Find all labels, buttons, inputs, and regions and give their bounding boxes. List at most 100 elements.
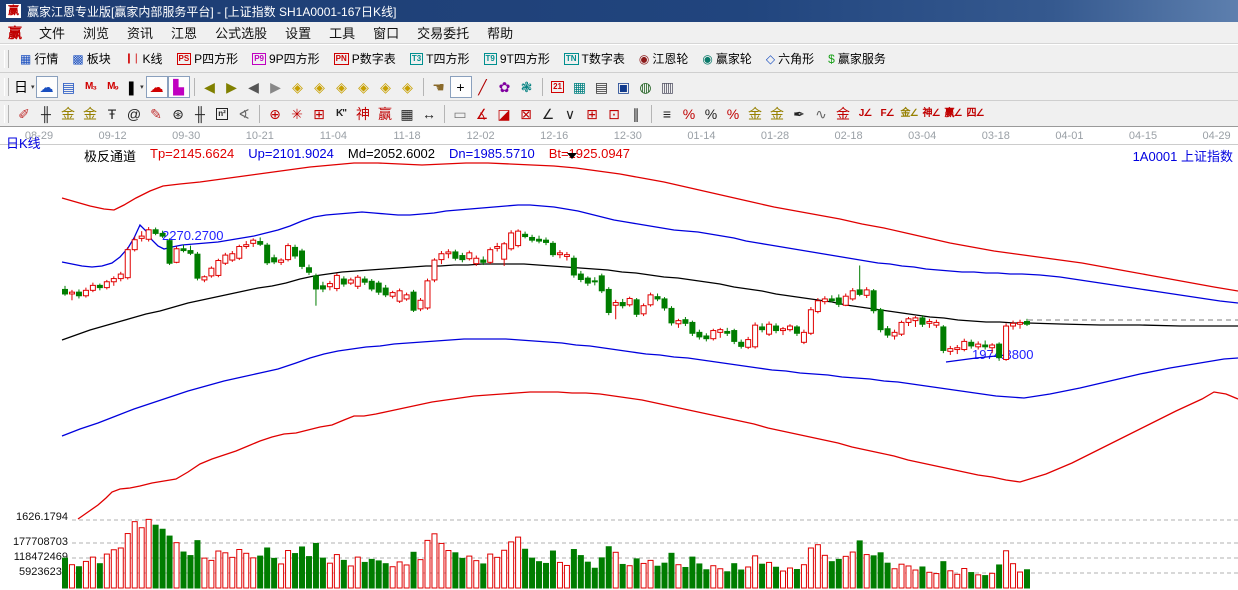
toolbar-button-winner-wheel[interactable]: ◉赢家轮: [695, 48, 759, 70]
toolbar-button-kline[interactable]: ❙❘K线: [118, 48, 170, 70]
tool-gann-fan[interactable]: ∡: [471, 103, 493, 125]
toolbar-button-9t-square[interactable]: T99T四方形: [477, 48, 557, 70]
tool-f-angle[interactable]: F∠: [876, 103, 898, 125]
menu-item-5[interactable]: 设置: [276, 23, 320, 42]
tool-shen-grid[interactable]: 神: [352, 103, 374, 125]
tool-angle-percent[interactable]: %: [678, 103, 700, 125]
tool-j-angle[interactable]: J∠: [854, 103, 876, 125]
tool-diamond-x[interactable]: ◈: [353, 76, 375, 98]
tool-candle-type[interactable]: ❚▾: [124, 76, 146, 98]
tool-angle-line[interactable]: ╱: [472, 76, 494, 98]
menu-item-7[interactable]: 窗口: [364, 23, 408, 42]
toolbar-button-p-table[interactable]: PNP数字表: [327, 48, 403, 70]
tool-web-box[interactable]: ⊞: [308, 103, 330, 125]
tool-spider-web[interactable]: ✳: [286, 103, 308, 125]
tool-draw-pen[interactable]: ✐: [13, 103, 35, 125]
toolbar-button-sectors[interactable]: ▩板块: [65, 48, 117, 70]
tool-hash-lines[interactable]: ╫: [189, 103, 211, 125]
tool-rect-tool[interactable]: ▭: [449, 103, 471, 125]
tool-compress-red[interactable]: ☁: [146, 76, 168, 98]
tool-gold-grid-1[interactable]: 金: [57, 103, 79, 125]
tool-first-page[interactable]: ◀: [199, 76, 221, 98]
menu-item-2[interactable]: 资讯: [118, 23, 162, 42]
tool-last-page[interactable]: ▶: [221, 76, 243, 98]
tool-volume-profile[interactable]: ▙: [168, 76, 190, 98]
tool-gold-circle[interactable]: 金: [744, 103, 766, 125]
tool-price-grid-arrow[interactable]: ⊡: [603, 103, 625, 125]
menu-item-3[interactable]: 江恩: [162, 23, 206, 42]
tool-ying-angle[interactable]: 赢∠: [942, 103, 964, 125]
tool-percent[interactable]: %: [700, 103, 722, 125]
tool-ink-pen[interactable]: ✒: [788, 103, 810, 125]
tool-si-angle[interactable]: 四∠: [964, 103, 986, 125]
tool-parallel-lines[interactable]: ∥: [625, 103, 647, 125]
tool-pen-grid[interactable]: ✎: [145, 103, 167, 125]
tool-prev-page[interactable]: ◀: [243, 76, 265, 98]
tool-shen-angle[interactable]: 神∠: [920, 103, 942, 125]
tool-crosshair[interactable]: +: [450, 76, 472, 98]
tool-spiral[interactable]: @: [123, 103, 145, 125]
toolbar-grip[interactable]: [4, 78, 9, 96]
toolbar-button-t-square[interactable]: T3T四方形: [403, 48, 477, 70]
tool-fan-box[interactable]: ◪: [493, 103, 515, 125]
tool-info-panel[interactable]: ▤: [58, 76, 80, 98]
tool-wave-v[interactable]: ∨: [559, 103, 581, 125]
toolbar-button-gann-wheel[interactable]: ◉江恩轮: [632, 48, 696, 70]
tool-gold-line[interactable]: 金: [766, 103, 788, 125]
tool-diamond-h[interactable]: ◈: [331, 76, 353, 98]
candlestick-chart[interactable]: [0, 127, 1238, 590]
toolbar-button-p-square[interactable]: PSP四方形: [170, 48, 246, 70]
tool-price-grid[interactable]: ⊞: [581, 103, 603, 125]
tool-gann-circle[interactable]: ⊛: [167, 103, 189, 125]
tool-chart-9[interactable]: M₉: [102, 76, 124, 98]
chart-panel[interactable]: 08-2909-1209-3010-2111-0411-1812-0212-16…: [0, 127, 1238, 590]
tool-bar-compare[interactable]: ≡: [656, 103, 678, 125]
tool-n2-grid[interactable]: n²: [211, 103, 233, 125]
menu-item-6[interactable]: 工具: [320, 23, 364, 42]
tool-diamond-move[interactable]: ◈: [397, 76, 419, 98]
tool-compress-blue[interactable]: ☁: [36, 76, 58, 98]
tool-candle-style[interactable]: 日▾: [13, 76, 36, 98]
tool-wave-a[interactable]: ∿: [810, 103, 832, 125]
toolbar-grip[interactable]: [4, 105, 9, 123]
toolbar-button-winner-service[interactable]: $赢家服务: [821, 48, 893, 70]
menu-item-9[interactable]: 帮助: [478, 23, 522, 42]
toolbar-button-hexagon[interactable]: ◇六角形: [759, 48, 821, 70]
menu-item-8[interactable]: 交易委托: [408, 23, 478, 42]
tool-calendar[interactable]: 21: [547, 76, 569, 98]
tool-diamond-left[interactable]: ◈: [287, 76, 309, 98]
toolbar-button-t-table[interactable]: TNT数字表: [557, 48, 632, 70]
toolbar-button-9p-square[interactable]: P99P四方形: [245, 48, 326, 70]
tool-notes[interactable]: ▤: [591, 76, 613, 98]
tool-upload[interactable]: ▥: [657, 76, 679, 98]
tool-export[interactable]: ◍: [635, 76, 657, 98]
tool-chart-3[interactable]: M₃: [80, 76, 102, 98]
tool-f-grid[interactable]: Ŧ: [101, 103, 123, 125]
tool-web-box-2[interactable]: ⊠: [515, 103, 537, 125]
toolbar-grip[interactable]: [4, 50, 9, 68]
tool-k-mark[interactable]: Kʺ: [330, 103, 352, 125]
tool-circle-cross[interactable]: ⊕: [264, 103, 286, 125]
tool-hand-tool[interactable]: ☚: [428, 76, 450, 98]
menu-item-1[interactable]: 浏览: [74, 23, 118, 42]
tool-save[interactable]: ▣: [613, 76, 635, 98]
tool-grid-lines[interactable]: ╫: [35, 103, 57, 125]
menu-item-0[interactable]: 文件: [30, 23, 74, 42]
tool-calculator[interactable]: ▦: [569, 76, 591, 98]
tool-angle-lines[interactable]: ∠: [537, 103, 559, 125]
tool-next-page[interactable]: ▶: [265, 76, 287, 98]
tool-gold-box[interactable]: 金: [832, 103, 854, 125]
tool-wave-tool[interactable]: ❃: [516, 76, 538, 98]
tool-gold-grid-2[interactable]: 金: [79, 103, 101, 125]
tool-gann-tool[interactable]: ✿: [494, 76, 516, 98]
toolbar-button-quotes[interactable]: ▦行情: [13, 48, 65, 70]
tool-percent-line[interactable]: %: [722, 103, 744, 125]
tool-measure[interactable]: ↔: [418, 103, 440, 125]
tool-ying-grid[interactable]: 赢: [374, 103, 396, 125]
tool-diamond-star[interactable]: ◈: [375, 76, 397, 98]
tool-ruler-123[interactable]: ▦: [396, 103, 418, 125]
menu-item-4[interactable]: 公式选股: [206, 23, 276, 42]
tool-diamond-right[interactable]: ◈: [309, 76, 331, 98]
tool-angle-ruler[interactable]: ∢: [233, 103, 255, 125]
tool-gold-angle[interactable]: 金∠: [898, 103, 920, 125]
